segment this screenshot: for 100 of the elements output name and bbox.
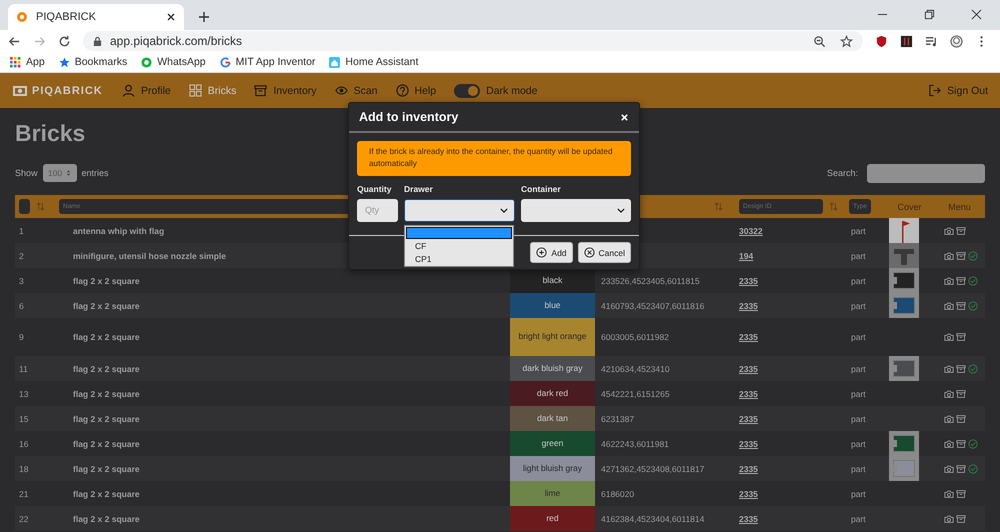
table-cell-text: part <box>850 488 866 498</box>
toggle-label: Dark mode <box>486 84 538 96</box>
toggle-switch[interactable] <box>454 84 480 98</box>
zoom-icon[interactable] <box>813 34 826 48</box>
back-arrow-icon[interactable] <box>8 34 21 48</box>
logo-icon <box>16 11 28 23</box>
nav-link[interactable]: Help <box>396 84 436 97</box>
archive-icon[interactable] <box>956 488 966 498</box>
table-cell-text: part <box>850 464 866 474</box>
bookmark-link[interactable]: WhatsApp <box>141 56 206 68</box>
bookmark-link[interactable]: Bookmarks <box>58 56 128 68</box>
address-field[interactable]: app.piqabrick.com/bricks <box>83 31 863 51</box>
color-cell: lime <box>510 481 595 506</box>
camera-icon[interactable] <box>944 414 954 424</box>
table-cell: 22 <box>19 514 28 524</box>
nav-link[interactable]: Bricks <box>188 84 236 97</box>
design-id-link[interactable]: 2335 <box>739 276 758 286</box>
star-icon[interactable] <box>840 34 853 48</box>
exit-icon <box>928 84 942 97</box>
archive-icon[interactable] <box>956 514 966 524</box>
camera-icon[interactable] <box>944 438 954 448</box>
design-id-link[interactable]: 2335 <box>739 332 758 342</box>
table-cell: 21 <box>19 488 28 498</box>
table-cell-text: minifigure, utensil hose nozzle simple <box>72 250 226 260</box>
show-label: Show <box>15 168 38 178</box>
dropdown-option[interactable]: CF <box>405 240 513 253</box>
cancel-button[interactable]: Cancel <box>578 242 631 263</box>
camera-icon[interactable] <box>944 488 954 498</box>
archive-icon[interactable] <box>956 276 966 286</box>
nav-link[interactable]: Profile <box>122 84 171 97</box>
drawer-select[interactable] <box>404 198 515 222</box>
design-id-link[interactable]: 2335 <box>739 488 758 498</box>
dropdown-option[interactable]: CP1 <box>405 252 513 266</box>
archive-icon[interactable] <box>956 226 966 236</box>
design-id-link[interactable]: 2335 <box>739 438 758 448</box>
sign-out-link[interactable]: Sign Out <box>928 84 988 97</box>
camera-icon[interactable] <box>944 276 954 286</box>
table-cell-text: part <box>850 388 866 398</box>
archive-icon[interactable] <box>956 388 966 398</box>
extension-icon[interactable] <box>900 34 913 48</box>
add-button[interactable]: Add <box>530 242 573 263</box>
bookmark-link[interactable]: MIT App Inventor <box>220 56 316 68</box>
design-id-link[interactable]: 194 <box>739 250 754 260</box>
camera-icon[interactable] <box>944 250 954 260</box>
shield-icon[interactable] <box>875 34 888 48</box>
design-id-link[interactable]: 2335 <box>739 388 758 398</box>
archive-icon[interactable] <box>956 414 966 424</box>
chevron-down-icon <box>500 208 508 213</box>
box-icon <box>254 84 268 97</box>
camera-icon[interactable] <box>944 388 954 398</box>
archive-icon[interactable] <box>956 438 966 448</box>
nav-link[interactable]: Scan <box>334 84 378 97</box>
archive-icon[interactable] <box>956 300 966 310</box>
color-cell: green <box>510 431 595 456</box>
table-cell-text: 6186020 <box>600 488 634 498</box>
camera-icon[interactable] <box>944 364 954 374</box>
chat-bubble-icon <box>141 56 152 68</box>
camera-icon[interactable] <box>944 464 954 474</box>
filter-field[interactable] <box>19 199 30 214</box>
up-down-icon <box>66 169 72 177</box>
close-icon[interactable] <box>166 12 176 22</box>
table-cell-text: 4210634,4523410 <box>600 364 670 374</box>
design-id-link[interactable]: 30322 <box>739 226 763 236</box>
page-title: Bricks <box>15 120 86 147</box>
container-select[interactable] <box>521 198 631 222</box>
apps-grid-icon <box>10 56 21 68</box>
blank-option[interactable] <box>406 226 512 239</box>
camera-icon[interactable] <box>944 514 954 524</box>
design-id-link[interactable]: 2335 <box>739 514 758 524</box>
browser-tab[interactable]: PIQABRICK <box>8 4 184 30</box>
archive-icon[interactable] <box>956 332 966 342</box>
table-cell-text: part <box>850 300 866 310</box>
restore-icon[interactable] <box>924 9 935 20</box>
nav-link[interactable]: Inventory <box>254 84 317 97</box>
colored-ring-icon <box>220 56 231 68</box>
table-cell-text: part <box>850 414 866 424</box>
design-id-link[interactable]: 2335 <box>739 364 758 374</box>
new-tab-icon[interactable] <box>198 11 210 23</box>
design-id-link[interactable]: 2335 <box>739 300 758 310</box>
table-cell: 2 <box>19 250 24 260</box>
table-cell-text: antenna whip with flag <box>72 226 164 236</box>
archive-icon[interactable] <box>956 464 966 474</box>
archive-icon[interactable] <box>956 250 966 260</box>
design-id-link[interactable]: 2335 <box>739 414 758 424</box>
camera-icon[interactable] <box>944 332 954 342</box>
camera-icon[interactable] <box>944 226 954 236</box>
reload-icon[interactable] <box>58 34 71 48</box>
playlist-icon[interactable] <box>925 34 938 48</box>
field-label: Quantity <box>357 184 392 194</box>
avatar-icon[interactable] <box>950 34 963 48</box>
camera-icon[interactable] <box>944 300 954 310</box>
close-icon[interactable] <box>971 9 982 20</box>
search-field[interactable] <box>867 164 985 182</box>
quantity-field[interactable]: Qty <box>357 198 398 222</box>
bookmark-link[interactable]: App <box>10 56 45 68</box>
bookmark-link[interactable]: Home Assistant <box>329 56 418 68</box>
archive-icon[interactable] <box>956 364 966 374</box>
design-id-link[interactable]: 2335 <box>739 464 758 474</box>
field-label: Drawer <box>404 184 434 194</box>
dialog-title: Add to inventory <box>359 110 460 124</box>
